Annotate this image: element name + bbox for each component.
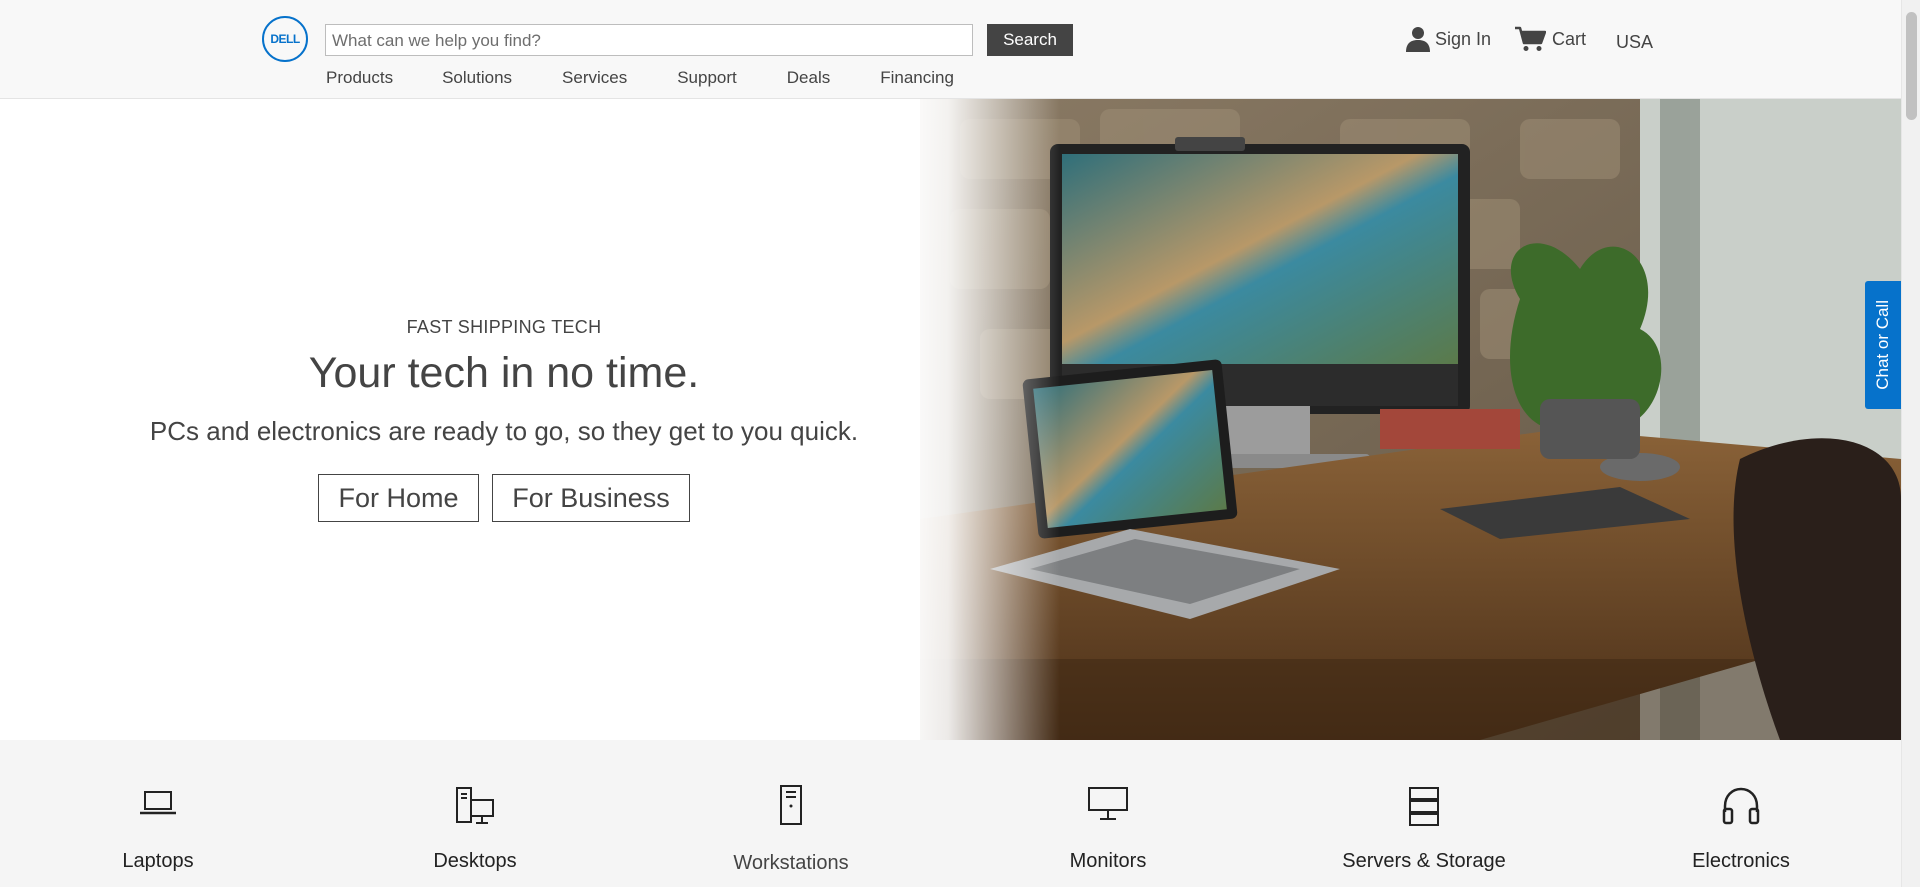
hero-subhead: PCs and electronics are ready to go, so … — [149, 416, 859, 446]
workstation-icon — [778, 784, 804, 831]
scrollbar-thumb[interactable] — [1906, 12, 1917, 120]
category-desktops[interactable]: Desktops — [325, 740, 625, 887]
laptop-icon — [138, 786, 178, 823]
site-header: DELL Search Products Solutions Services … — [0, 0, 1901, 99]
category-strip: Laptops Desktops Workstations Monitors S… — [0, 740, 1901, 887]
category-workstations[interactable]: Workstations — [641, 740, 941, 887]
category-label: Desktops — [433, 850, 517, 872]
sign-in-label: Sign In — [1435, 28, 1492, 49]
cart-icon — [1514, 26, 1546, 52]
category-monitors[interactable]: Monitors — [958, 740, 1258, 887]
hero-image-fade — [900, 99, 1060, 740]
nav-support[interactable]: Support — [677, 68, 737, 92]
sign-in-link[interactable]: Sign In — [1406, 26, 1491, 52]
nav-financing[interactable]: Financing — [880, 68, 954, 92]
headphones-icon — [1721, 786, 1761, 831]
hero-headline: Your tech in no time. — [308, 349, 700, 397]
nav-solutions[interactable]: Solutions — [442, 68, 512, 92]
main-nav: Products Solutions Services Support Deal… — [326, 68, 954, 92]
hero-eyebrow: FAST SHIPPING TECH — [406, 317, 602, 337]
nav-deals[interactable]: Deals — [787, 68, 830, 92]
category-label: Electronics — [1692, 850, 1790, 872]
nav-products[interactable]: Products — [326, 68, 393, 92]
hero-banner: FAST SHIPPING TECH Your tech in no time.… — [0, 99, 1901, 740]
search-input[interactable] — [326, 25, 986, 57]
category-laptops[interactable]: Laptops — [8, 740, 308, 887]
logo-text: DELL — [270, 32, 300, 46]
search-button[interactable]: Search — [987, 24, 1073, 56]
for-home-button[interactable]: For Home — [318, 474, 479, 522]
cart-link[interactable]: Cart — [1514, 26, 1586, 52]
page-scrollbar[interactable] — [1901, 0, 1920, 887]
desktop-icon — [454, 786, 496, 831]
for-business-button[interactable]: For Business — [492, 474, 690, 522]
category-label: Servers & Storage — [1342, 850, 1506, 872]
category-servers-storage[interactable]: Servers & Storage — [1274, 740, 1574, 887]
category-electronics[interactable]: Electronics — [1591, 740, 1891, 887]
chat-or-call-tab[interactable]: Chat or Call — [1865, 281, 1901, 409]
nav-services[interactable]: Services — [562, 68, 627, 92]
server-icon — [1408, 786, 1440, 833]
region-selector[interactable]: USA — [1616, 32, 1653, 53]
region-label: USA — [1616, 32, 1654, 52]
category-label: Monitors — [1069, 850, 1147, 872]
dell-logo[interactable]: DELL — [262, 16, 308, 62]
cart-label: Cart — [1552, 28, 1587, 49]
category-label: Workstations — [733, 852, 849, 874]
monitor-icon — [1087, 786, 1129, 827]
chat-tab-label: Chat or Call — [1873, 300, 1892, 390]
user-icon — [1406, 26, 1430, 52]
search-box — [325, 24, 986, 57]
hero-image — [920, 99, 1901, 740]
category-label: Laptops — [122, 850, 194, 872]
